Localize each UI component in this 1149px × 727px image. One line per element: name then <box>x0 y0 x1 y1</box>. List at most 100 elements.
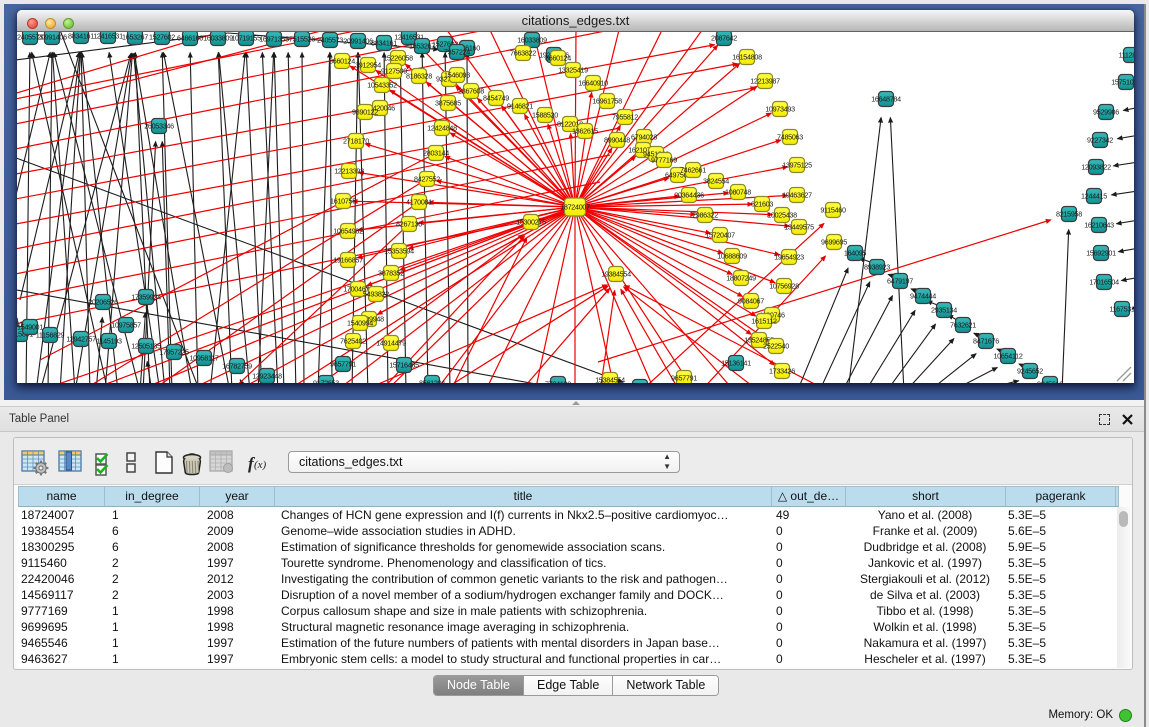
svg-text:19166857: 19166857 <box>333 256 363 265</box>
svg-text:164095: 164095 <box>844 249 866 258</box>
svg-text:17016504: 17016504 <box>1089 278 1119 287</box>
svg-text:8561204: 8561204 <box>419 379 445 383</box>
svg-text:26053346: 26053346 <box>144 122 174 131</box>
svg-text:11156829: 11156829 <box>36 331 65 340</box>
svg-text:4170081: 4170081 <box>406 198 432 207</box>
svg-text:3824554: 3824554 <box>703 177 729 186</box>
svg-text:1653267: 1653267 <box>122 33 148 42</box>
svg-text:7955812: 7955812 <box>612 113 638 122</box>
svg-text:9245652: 9245652 <box>1017 367 1043 376</box>
svg-text:10654112: 10654112 <box>993 352 1022 361</box>
svg-text:1112843: 1112843 <box>1119 51 1134 60</box>
svg-text:20206526: 20206526 <box>88 298 118 307</box>
svg-text:12416531: 12416531 <box>93 32 123 41</box>
svg-text:9227342: 9227342 <box>1087 136 1113 145</box>
svg-text:9529986: 9529986 <box>1093 108 1119 117</box>
svg-text:17957225: 17957225 <box>159 348 189 357</box>
svg-text:2935134: 2935134 <box>931 306 957 315</box>
svg-text:9890122: 9890122 <box>352 108 378 117</box>
svg-text:7462661: 7462661 <box>680 166 706 175</box>
svg-text:15751074: 15751074 <box>1111 78 1134 87</box>
svg-text:1527602: 1527602 <box>149 33 175 42</box>
svg-text:10719155: 10719155 <box>231 34 261 43</box>
svg-text:6479197: 6479197 <box>887 277 913 286</box>
svg-text:12213393: 12213393 <box>334 167 364 176</box>
svg-text:15136141: 15136141 <box>721 359 751 368</box>
svg-text:15720407: 15720407 <box>705 231 735 240</box>
svg-text:7515526: 7515526 <box>289 35 315 44</box>
svg-text:8660124: 8660124 <box>329 57 355 66</box>
svg-text:1610755: 1610755 <box>330 197 356 206</box>
svg-text:15300275: 15300275 <box>516 218 546 227</box>
svg-text:16033809: 16033809 <box>203 34 233 43</box>
svg-text:12942757: 12942757 <box>66 335 96 344</box>
svg-text:9657791: 9657791 <box>330 360 356 369</box>
svg-text:12505135: 12505135 <box>131 342 161 351</box>
svg-text:8186328: 8186328 <box>406 72 432 81</box>
svg-text:16154808: 16154808 <box>732 53 762 62</box>
svg-text:16961758: 16961758 <box>592 97 622 106</box>
svg-text:10756928: 10756928 <box>769 282 799 291</box>
svg-text:2405573: 2405573 <box>317 36 343 45</box>
svg-text:16782759: 16782759 <box>222 362 252 371</box>
svg-text:12213987: 12213987 <box>750 77 780 86</box>
svg-text:3878352: 3878352 <box>378 269 404 278</box>
svg-text:1167531: 1167531 <box>1109 305 1134 314</box>
svg-text:15716485: 15716485 <box>389 361 419 370</box>
svg-text:20991406: 20991406 <box>37 33 67 42</box>
svg-text:9474444: 9474444 <box>910 292 936 301</box>
svg-text:9657791: 9657791 <box>671 374 697 383</box>
svg-text:9699695: 9699695 <box>821 238 847 247</box>
svg-text:9115460: 9115460 <box>820 206 846 215</box>
svg-text:8427552: 8427552 <box>414 175 440 184</box>
svg-text:8215958: 8215958 <box>1056 210 1082 219</box>
svg-text:2803144: 2803144 <box>423 149 449 158</box>
svg-text:14914479: 14914479 <box>376 339 406 348</box>
svg-text:7632621: 7632621 <box>950 321 976 330</box>
svg-text:7986322: 7986322 <box>692 211 718 220</box>
svg-text:16648784: 16648784 <box>871 95 901 104</box>
svg-text:2367608: 2367608 <box>458 87 484 96</box>
svg-text:1588520: 1588520 <box>532 111 558 120</box>
svg-text:8267130: 8267130 <box>396 220 422 229</box>
svg-text:3912954: 3912954 <box>355 61 381 70</box>
svg-text:(x): (x) <box>254 459 267 471</box>
svg-text:1362615: 1362615 <box>572 127 598 136</box>
svg-text:2522540: 2522540 <box>763 342 789 351</box>
svg-text:8660124: 8660124 <box>545 54 571 63</box>
svg-text:1244415: 1244415 <box>1081 192 1107 201</box>
svg-text:7734120: 7734120 <box>545 380 571 383</box>
svg-text:1546093: 1546093 <box>444 71 470 80</box>
svg-text:8454749: 8454749 <box>483 94 509 103</box>
svg-text:7485063: 7485063 <box>777 133 803 142</box>
svg-text:7357224: 7357224 <box>444 48 470 57</box>
svg-text:20364436: 20364436 <box>674 191 704 200</box>
svg-text:12923448: 12923448 <box>252 372 282 381</box>
svg-text:10973493: 10973493 <box>765 105 795 114</box>
svg-text:10543352: 10543352 <box>367 81 397 90</box>
svg-text:6466160: 6466160 <box>177 34 203 43</box>
svg-text:1733426: 1733426 <box>769 367 795 376</box>
svg-text:9146821: 9146821 <box>507 102 533 111</box>
svg-text:1549001: 1549001 <box>17 323 43 332</box>
svg-text:1145193: 1145193 <box>96 337 122 346</box>
svg-text:3875685: 3875685 <box>435 99 461 108</box>
svg-text:12093822: 12093822 <box>1081 163 1111 172</box>
svg-text:13449575: 13449575 <box>784 223 814 232</box>
svg-text:15353594: 15353594 <box>384 247 414 256</box>
svg-text:8471676: 8471676 <box>973 337 999 346</box>
svg-text:8938923: 8938923 <box>864 263 890 272</box>
svg-text:15384554: 15384554 <box>595 376 625 383</box>
svg-text:12424848: 12424848 <box>427 124 457 133</box>
svg-text:9127509: 9127509 <box>381 67 407 76</box>
svg-text:7663822: 7663822 <box>510 49 536 58</box>
svg-text:16033809: 16033809 <box>517 36 547 45</box>
svg-text:1615112: 1615112 <box>751 317 777 326</box>
svg-text:9777169: 9777169 <box>651 156 677 165</box>
svg-text:13325419: 13325419 <box>558 66 588 75</box>
svg-text:1080748: 1080748 <box>725 188 751 197</box>
svg-text:17359924: 17359924 <box>131 293 161 302</box>
svg-text:7625402: 7625402 <box>340 337 366 346</box>
svg-text:10975857: 10975857 <box>111 321 141 330</box>
svg-text:10958117: 10958117 <box>189 354 218 363</box>
